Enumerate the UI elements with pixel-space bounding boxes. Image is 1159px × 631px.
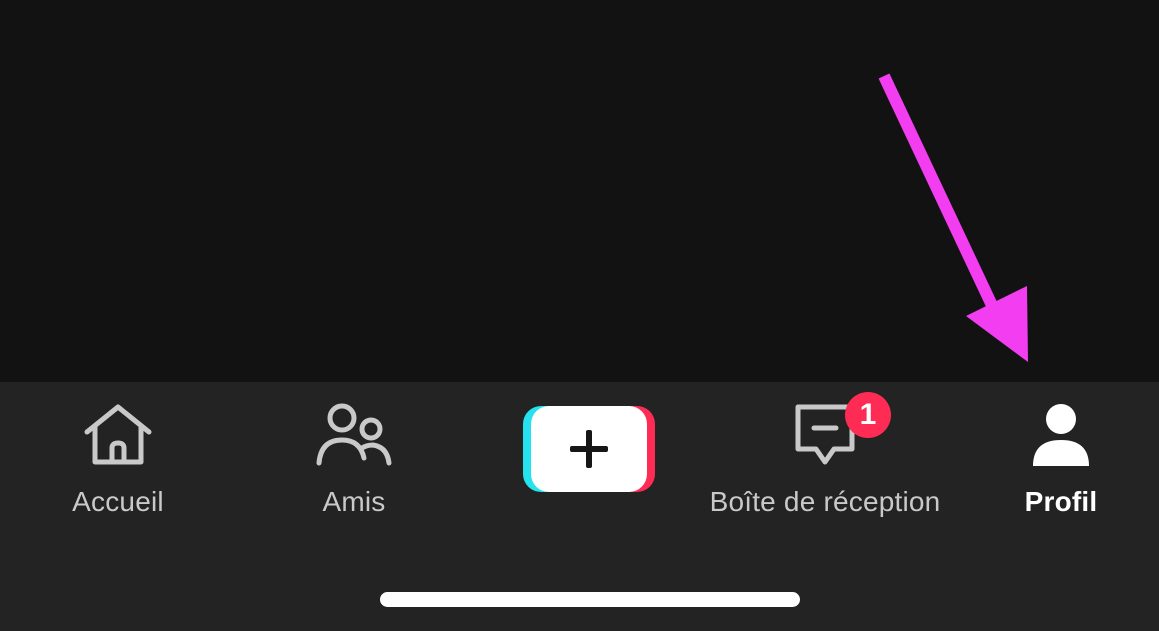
content-area bbox=[0, 0, 1159, 382]
create-button-face bbox=[531, 406, 647, 492]
tab-profile[interactable]: Profil bbox=[1000, 400, 1122, 520]
tab-home[interactable]: Accueil bbox=[48, 400, 188, 520]
friends-icon bbox=[315, 400, 393, 470]
plus-icon bbox=[570, 430, 608, 468]
app-screen: Accueil Amis 1 Boîte de réception Profil bbox=[0, 0, 1159, 631]
tab-friends[interactable]: Amis bbox=[284, 400, 424, 520]
tab-inbox-label: Boîte de réception bbox=[709, 486, 941, 517]
tab-home-label: Accueil bbox=[72, 486, 164, 517]
tab-friends-label: Amis bbox=[322, 486, 386, 517]
home-icon bbox=[81, 400, 155, 470]
profile-icon bbox=[1031, 400, 1091, 470]
inbox-badge: 1 bbox=[845, 392, 891, 438]
create-button[interactable] bbox=[523, 406, 655, 492]
tab-profile-label: Profil bbox=[1024, 486, 1098, 517]
inbox-icon: 1 bbox=[793, 392, 891, 470]
tab-inbox[interactable]: 1 Boîte de réception bbox=[690, 392, 960, 520]
home-indicator[interactable] bbox=[380, 592, 800, 607]
